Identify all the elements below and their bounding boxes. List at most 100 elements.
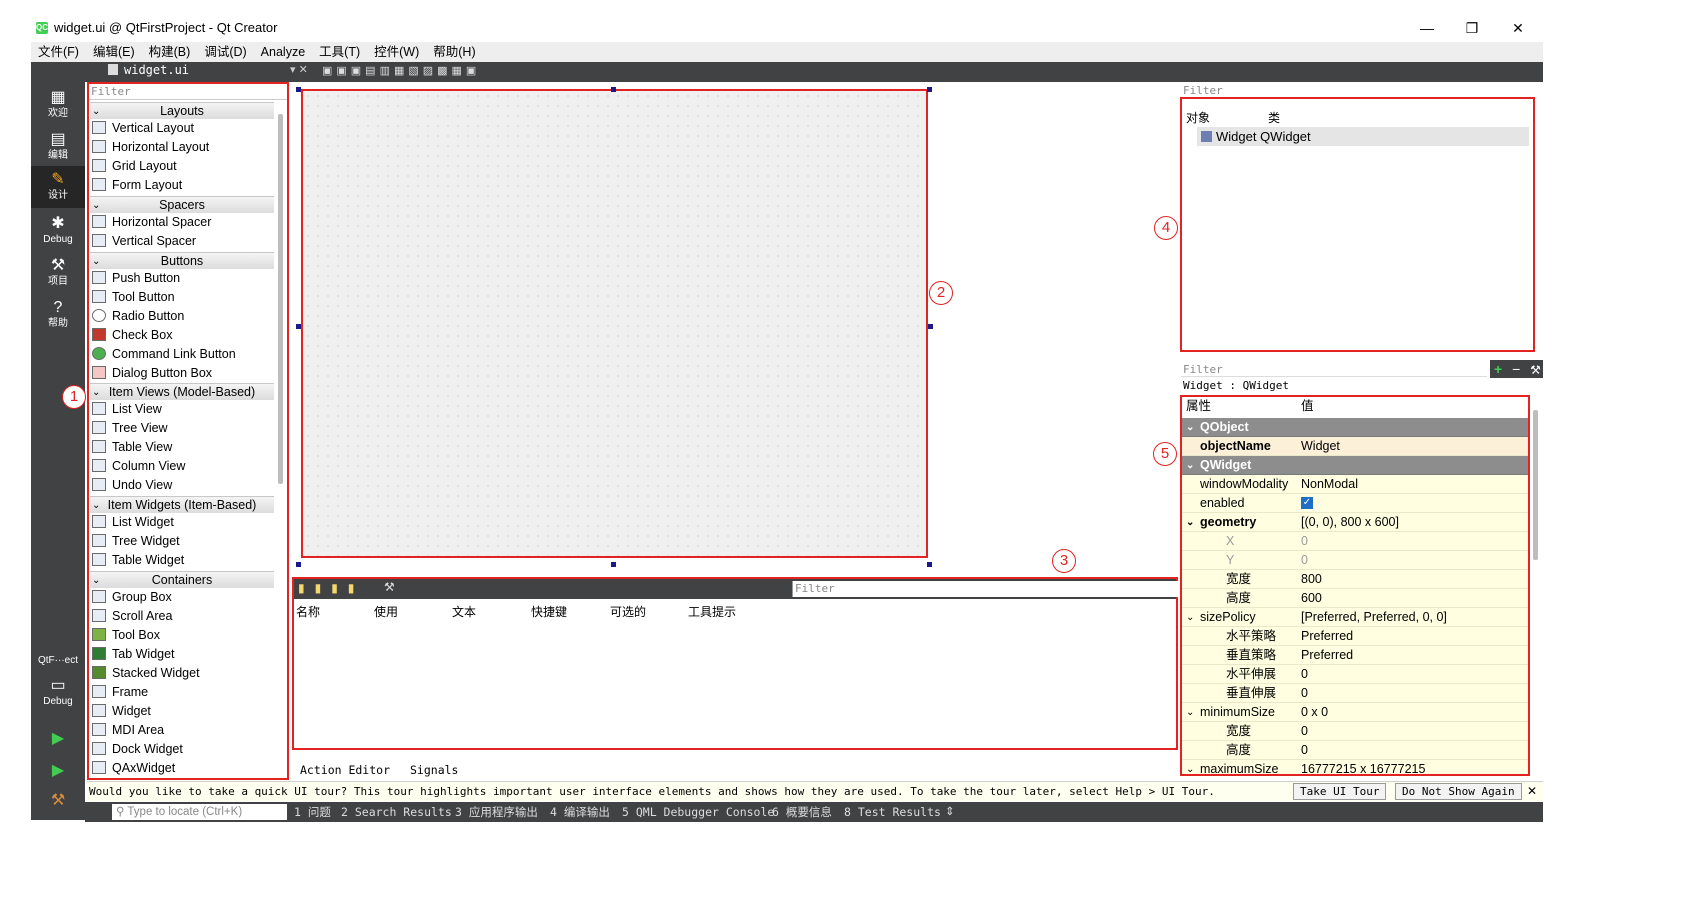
widget-widget[interactable]: Widget	[92, 702, 151, 721]
run-button[interactable]: ▶	[31, 727, 85, 751]
widget-radio-button[interactable]: Radio Button	[92, 307, 184, 326]
property-horizontal-policy[interactable]: 水平策略 Preferred	[1182, 627, 1528, 646]
layout-tool-icons[interactable]: ▣▣▣▤▥▦▧▨▩▦▣	[322, 64, 534, 78]
resize-handle[interactable]	[611, 87, 616, 92]
widget-group-box[interactable]: Group Box	[92, 588, 172, 607]
column-header-used[interactable]: 使用	[374, 603, 398, 620]
menu-edit[interactable]: 编辑(E)	[86, 42, 142, 62]
menu-help[interactable]: 帮助(H)	[426, 42, 482, 62]
do-not-show-again-button[interactable]: Do Not Show Again	[1395, 783, 1522, 800]
object-inspector-filter[interactable]: Filter	[1181, 83, 1531, 98]
property-maximumsize[interactable]: ⌄ maximumSize 16777215 x 16777215	[1182, 760, 1528, 774]
group-qwidget[interactable]: ⌄ QWidget	[1182, 456, 1528, 475]
wrench-icon[interactable]: ⚒	[384, 580, 395, 594]
mode-edit[interactable]: ▤ 编辑	[31, 126, 85, 168]
document-tab[interactable]: widget.ui	[92, 63, 189, 77]
action-editor-filter[interactable]: Filter	[792, 581, 1178, 597]
close-infobar-icon[interactable]: ✕	[1527, 784, 1537, 798]
menu-tools[interactable]: 工具(T)	[312, 42, 367, 62]
mode-projects[interactable]: ⚒ 项目	[31, 252, 85, 294]
property-objectname[interactable]: objectName Widget	[1182, 437, 1528, 456]
property-geometry-height[interactable]: 高度 600	[1182, 589, 1528, 608]
property-minimumsize[interactable]: ⌄ minimumSize 0 x 0	[1182, 703, 1528, 722]
property-editor-scrollbar[interactable]	[1533, 410, 1538, 560]
resize-handle[interactable]	[296, 562, 301, 567]
property-minimum-height[interactable]: 高度 0	[1182, 741, 1528, 760]
property-editor-filter[interactable]: Filter	[1181, 362, 1487, 377]
widget-table-widget[interactable]: Table Widget	[92, 551, 184, 570]
widget-tool-button[interactable]: Tool Button	[92, 288, 175, 307]
resize-handle[interactable]	[296, 324, 301, 329]
pane-qml-debugger-console[interactable]: 5 QML Debugger Console	[622, 802, 774, 822]
property-geometry[interactable]: ⌄ geometry [(0, 0), 800 x 600]	[1182, 513, 1528, 532]
pane-compile-output[interactable]: 4 编译输出	[550, 802, 610, 822]
category-item-widgets[interactable]: ⌄ Item Widgets (Item-Based)	[90, 496, 274, 513]
column-header-tooltip[interactable]: 工具提示	[688, 603, 736, 620]
widget-box-filter[interactable]: Filter	[89, 84, 287, 100]
widget-check-box[interactable]: Check Box	[92, 326, 172, 345]
widget-tree-widget[interactable]: Tree Widget	[92, 532, 180, 551]
group-qobject[interactable]: ⌄ QObject	[1182, 418, 1528, 437]
widget-table-view[interactable]: Table View	[92, 438, 172, 457]
pane-application-output[interactable]: 3 应用程序输出	[455, 802, 538, 822]
widget-tool-box[interactable]: Tool Box	[92, 626, 160, 645]
widget-column-view[interactable]: Column View	[92, 457, 185, 476]
column-header-checkable[interactable]: 可选的	[610, 603, 646, 620]
property-minimum-width[interactable]: 宽度 0	[1182, 722, 1528, 741]
widget-horizontal-layout[interactable]: Horizontal Layout	[92, 138, 209, 157]
resize-handle[interactable]	[927, 87, 932, 92]
widget-frame[interactable]: Frame	[92, 683, 148, 702]
widget-list-view[interactable]: List View	[92, 400, 162, 419]
pane-menu-icon[interactable]: ⇕	[945, 802, 955, 822]
widget-list-widget[interactable]: List Widget	[92, 513, 174, 532]
object-tree-row[interactable]: Widget QWidget	[1197, 127, 1529, 146]
category-spacers[interactable]: ⌄ Spacers	[90, 196, 274, 213]
widget-stacked-widget[interactable]: Stacked Widget	[92, 664, 200, 683]
property-enabled[interactable]: enabled ✓	[1182, 494, 1528, 513]
resize-handle[interactable]	[927, 562, 932, 567]
minimize-button[interactable]: —	[1412, 18, 1442, 38]
configure-icon[interactable]: ⚒	[1530, 363, 1541, 377]
mode-welcome[interactable]: ▦ 欢迎	[31, 84, 85, 126]
pane-general-messages[interactable]: 6 概要信息	[772, 802, 832, 822]
widget-grid-layout[interactable]: Grid Layout	[92, 157, 177, 176]
widget-vertical-layout[interactable]: Vertical Layout	[92, 119, 194, 138]
category-containers[interactable]: ⌄ Containers	[90, 571, 274, 588]
mode-debug[interactable]: ✱ Debug	[31, 210, 85, 252]
pane-issues[interactable]: 1 问题	[294, 802, 331, 822]
resize-handle[interactable]	[928, 324, 933, 329]
kit-project-label[interactable]: QtF···ect	[31, 652, 85, 670]
column-header-object[interactable]: 对象	[1186, 109, 1210, 126]
widget-qax-widget[interactable]: QAxWidget	[92, 759, 175, 778]
widget-mdi-area[interactable]: MDI Area	[92, 721, 164, 740]
column-header-class[interactable]: 类	[1268, 109, 1280, 126]
property-sizepolicy[interactable]: ⌄ sizePolicy [Preferred, Preferred, 0, 0]	[1182, 608, 1528, 627]
widget-push-button[interactable]: Push Button	[92, 269, 180, 288]
widget-command-link-button[interactable]: Command Link Button	[92, 345, 236, 364]
menu-widgets[interactable]: 控件(W)	[367, 42, 426, 62]
widget-dock-widget[interactable]: Dock Widget	[92, 740, 183, 759]
tab-action-editor[interactable]: Action Editor	[300, 760, 392, 780]
mode-help[interactable]: ? 帮助	[31, 294, 85, 336]
column-header-text[interactable]: 文本	[452, 603, 476, 620]
remove-property-icon[interactable]: −	[1512, 361, 1520, 377]
pane-test-results[interactable]: 8 Test Results	[844, 802, 941, 822]
menu-build[interactable]: 构建(B)	[142, 42, 198, 62]
enabled-checkbox[interactable]: ✓	[1301, 497, 1313, 509]
widget-scroll-area[interactable]: Scroll Area	[92, 607, 172, 626]
take-ui-tour-button[interactable]: Take UI Tour	[1293, 783, 1387, 800]
resize-handle[interactable]	[296, 87, 301, 92]
property-geometry-y[interactable]: Y0	[1182, 551, 1528, 570]
add-property-icon[interactable]: +	[1494, 361, 1502, 377]
widget-box-scrollbar[interactable]	[278, 114, 283, 484]
resize-handle[interactable]	[611, 562, 616, 567]
action-toolbar-icons[interactable]: ▮▮▮▮	[298, 581, 364, 595]
menu-analyze[interactable]: Analyze	[254, 42, 312, 62]
close-button[interactable]: ✕	[1503, 18, 1533, 38]
menu-debug[interactable]: 调试(D)	[197, 42, 253, 62]
column-header-name[interactable]: 名称	[296, 603, 320, 620]
kit-selector[interactable]: ▭ Debug	[31, 672, 85, 714]
category-layouts[interactable]: ⌄ Layouts	[90, 102, 274, 119]
widget-undo-view[interactable]: Undo View	[92, 476, 172, 495]
category-item-views[interactable]: ⌄ Item Views (Model-Based)	[90, 383, 274, 400]
